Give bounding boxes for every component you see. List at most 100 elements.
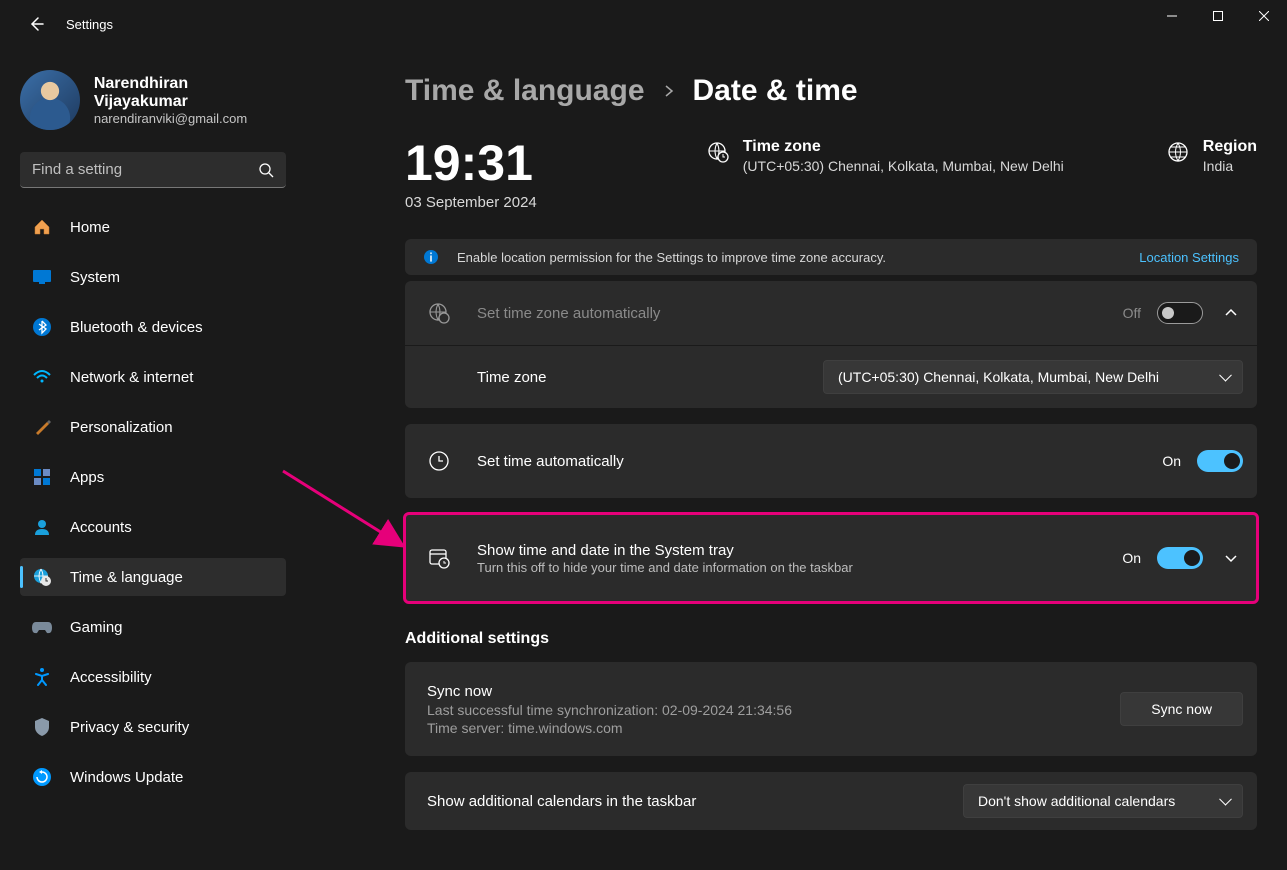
nav-item-accounts[interactable]: Accounts xyxy=(20,508,286,546)
additional-settings-heading: Additional settings xyxy=(405,630,1257,648)
nav-label: Gaming xyxy=(70,619,123,636)
nav-label: Personalization xyxy=(70,419,173,436)
chevron-right-icon xyxy=(663,85,675,97)
card-row-systray[interactable]: Show time and date in the System tray Tu… xyxy=(405,514,1257,602)
user-block[interactable]: Narendhiran Vijayakumar narendiranviki@g… xyxy=(20,70,286,130)
sync-server: Time server: time.windows.com xyxy=(427,720,792,736)
sidebar: Narendhiran Vijayakumar narendiranviki@g… xyxy=(0,48,300,870)
search-input[interactable] xyxy=(20,152,286,188)
home-icon xyxy=(32,217,52,237)
toggle-auto-timezone[interactable] xyxy=(1157,302,1203,324)
arrow-left-icon xyxy=(28,16,44,32)
highlighted-setting: Show time and date in the System tray Tu… xyxy=(405,514,1257,602)
nav-label: Privacy & security xyxy=(70,719,189,736)
card-additional-calendars: Show additional calendars in the taskbar… xyxy=(405,772,1257,830)
breadcrumb-parent[interactable]: Time & language xyxy=(405,74,645,108)
timezone-value: (UTC+05:30) Chennai, Kolkata, Mumbai, Ne… xyxy=(743,158,1064,174)
brush-icon xyxy=(32,417,52,437)
setting-title: Set time zone automatically xyxy=(477,305,660,322)
timezone-label: Time zone xyxy=(743,138,1064,156)
calendars-select-value: Don't show additional calendars xyxy=(978,793,1175,809)
card-auto-timezone: Set time zone automatically Off Time zon… xyxy=(405,281,1257,408)
window-title: Settings xyxy=(66,17,113,32)
gamepad-icon xyxy=(32,617,52,637)
expand-button[interactable] xyxy=(1219,546,1243,570)
globe-clock-icon xyxy=(707,141,729,163)
setting-title: Set time automatically xyxy=(477,453,624,470)
toggle-state-label: On xyxy=(1122,550,1141,566)
window-controls xyxy=(1149,0,1287,32)
setting-subtitle: Turn this off to hide your time and date… xyxy=(477,560,853,575)
nav-item-bluetooth[interactable]: Bluetooth & devices xyxy=(20,308,286,346)
card-row-calendars[interactable]: Show additional calendars in the taskbar… xyxy=(405,772,1257,830)
nav-label: Accessibility xyxy=(70,669,152,686)
apps-icon xyxy=(32,467,52,487)
shield-icon xyxy=(32,717,52,737)
nav-item-home[interactable]: Home xyxy=(20,208,286,246)
user-email: narendiranviki@gmail.com xyxy=(94,111,286,126)
nav-label: System xyxy=(70,269,120,286)
toggle-auto-time[interactable] xyxy=(1197,450,1243,472)
card-systray-time: Show time and date in the System tray Tu… xyxy=(405,514,1257,602)
nav-item-update[interactable]: Windows Update xyxy=(20,758,286,796)
nav-label: Network & internet xyxy=(70,369,193,386)
nav-item-network[interactable]: Network & internet xyxy=(20,358,286,396)
toggle-state-label: Off xyxy=(1123,305,1141,321)
back-button[interactable] xyxy=(20,8,52,40)
titlebar: Settings xyxy=(0,0,1287,48)
collapse-button[interactable] xyxy=(1219,301,1243,325)
nav-item-apps[interactable]: Apps xyxy=(20,458,286,496)
nav-item-privacy[interactable]: Privacy & security xyxy=(20,708,286,746)
nav-item-accessibility[interactable]: Accessibility xyxy=(20,658,286,696)
sync-title: Sync now xyxy=(427,683,792,700)
sync-now-button[interactable]: Sync now xyxy=(1120,692,1243,726)
nav-item-personalization[interactable]: Personalization xyxy=(20,408,286,446)
card-row-auto-timezone[interactable]: Set time zone automatically Off xyxy=(405,281,1257,345)
bluetooth-icon xyxy=(32,317,52,337)
current-date: 03 September 2024 xyxy=(405,194,537,211)
sync-last: Last successful time synchronization: 02… xyxy=(427,702,792,718)
setting-title: Show time and date in the System tray xyxy=(477,542,853,559)
user-name: Narendhiran Vijayakumar xyxy=(94,75,286,111)
nav-item-gaming[interactable]: Gaming xyxy=(20,608,286,646)
breadcrumb: Time & language Date & time xyxy=(405,74,1257,108)
nav-label: Windows Update xyxy=(70,769,183,786)
tip-bar: Enable location permission for the Setti… xyxy=(405,239,1257,275)
avatar xyxy=(20,70,80,130)
breadcrumb-current: Date & time xyxy=(693,74,858,108)
globe-clock-icon xyxy=(427,302,451,324)
close-button[interactable] xyxy=(1241,0,1287,32)
globe-clock-icon xyxy=(32,567,52,587)
system-icon xyxy=(32,267,52,287)
calendars-select[interactable]: Don't show additional calendars xyxy=(963,784,1243,818)
current-time: 19:31 xyxy=(405,138,537,188)
nav-item-time-language[interactable]: Time & language xyxy=(20,558,286,596)
setting-title: Show additional calendars in the taskbar xyxy=(427,793,696,810)
nav-list: Home System Bluetooth & devices Network … xyxy=(20,208,286,796)
update-icon xyxy=(32,767,52,787)
region-label: Region xyxy=(1203,138,1257,156)
info-icon xyxy=(423,249,439,265)
location-settings-link[interactable]: Location Settings xyxy=(1139,250,1239,265)
timezone-select[interactable]: (UTC+05:30) Chennai, Kolkata, Mumbai, Ne… xyxy=(823,360,1243,394)
card-row-auto-time[interactable]: Set time automatically On xyxy=(405,424,1257,498)
maximize-button[interactable] xyxy=(1195,0,1241,32)
taskbar-clock-icon xyxy=(427,547,451,569)
card-auto-time: Set time automatically On xyxy=(405,424,1257,498)
nav-item-system[interactable]: System xyxy=(20,258,286,296)
tip-text: Enable location permission for the Setti… xyxy=(457,250,886,265)
nav-label: Bluetooth & devices xyxy=(70,319,203,336)
toggle-systray-time[interactable] xyxy=(1157,547,1203,569)
minimize-button[interactable] xyxy=(1149,0,1195,32)
region-value: India xyxy=(1203,158,1257,174)
nav-label: Apps xyxy=(70,469,104,486)
main-content: Time & language Date & time 19:31 03 Sep… xyxy=(300,48,1287,870)
clock-icon xyxy=(427,450,451,472)
search-icon xyxy=(258,162,274,178)
person-icon xyxy=(32,517,52,537)
wifi-icon xyxy=(32,367,52,387)
nav-label: Time & language xyxy=(70,569,183,586)
search-box xyxy=(20,152,286,188)
time-header: 19:31 03 September 2024 Time zone (UTC+0… xyxy=(405,138,1257,211)
card-row-sync: Sync now Last successful time synchroniz… xyxy=(405,662,1257,756)
